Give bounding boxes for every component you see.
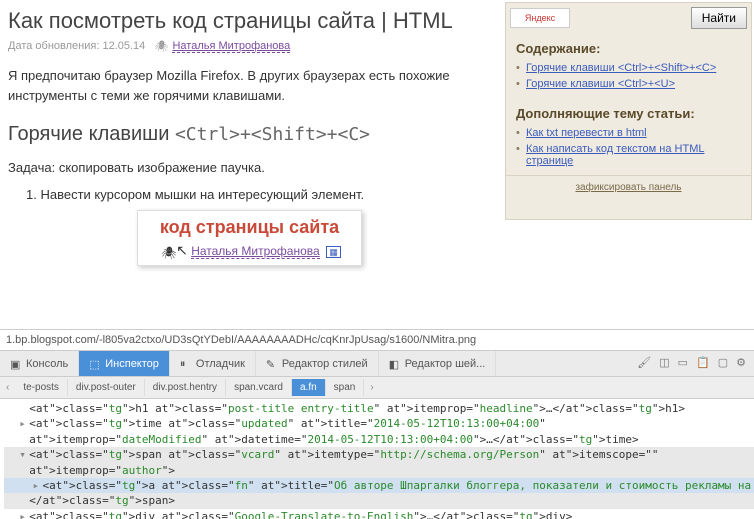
bc-item[interactable]: div.post.hentry <box>145 379 226 396</box>
gear-icon[interactable]: ⚙ <box>736 356 746 371</box>
section-heading: Горячие клавиши <Ctrl>+<Shift>+<C> <box>8 123 491 146</box>
paint-icon[interactable]: 🖌 <box>637 356 651 371</box>
shader-icon: ◧ <box>389 358 401 370</box>
scratchpad-icon[interactable]: 📋 <box>696 356 710 371</box>
dock-icon[interactable]: ▢ <box>718 356 728 371</box>
toc-item[interactable]: Горячие клавиши <Ctrl>+<U> <box>516 76 741 92</box>
page-title: Как посмотреть код страницы сайта | HTML <box>8 8 491 34</box>
bc-item-active[interactable]: a.fn <box>292 379 326 396</box>
search-button[interactable]: Найти <box>691 7 747 29</box>
debugger-icon: ⏸ <box>180 358 192 370</box>
intro-paragraph: Я предпочитаю браузер Mozilla Firefox. В… <box>8 66 491 105</box>
dom-panel: ‹ te-posts div.post-outer div.post.hentr… <box>0 377 754 519</box>
tab-style-editor[interactable]: ✎Редактор стилей <box>256 351 379 376</box>
related-heading: Дополняющие тему статьи: <box>506 98 751 125</box>
related-item[interactable]: Как написать код текстом на HTML страниц… <box>516 141 741 169</box>
step-1: 1. Навести курсором мышки на интересующи… <box>26 187 491 202</box>
dom-line[interactable]: </at">class="tg">span> <box>4 493 754 508</box>
badge-icon: ▦ <box>326 246 341 258</box>
spider-icon: 🕷 <box>161 246 173 258</box>
related-item[interactable]: Как txt перевести в html <box>516 125 741 141</box>
tab-debugger[interactable]: ⏸Отладчик <box>170 351 256 376</box>
toc-list: Горячие клавиши <Ctrl>+<Shift>+<C> Горяч… <box>506 60 751 98</box>
toc-item[interactable]: Горячие клавиши <Ctrl>+<Shift>+<C> <box>516 60 741 76</box>
bc-item[interactable]: div.post-outer <box>68 379 145 396</box>
task-text: Задача: скопировать изображение паучка. <box>8 160 491 175</box>
devtools-tabs: ▣Консоль ⬚Инспектор ⏸Отладчик ✎Редактор … <box>0 351 754 377</box>
yandex-logo: Яндекс <box>510 8 570 28</box>
devtools-toolbar-right: 🖌 ◫ ▭ 📋 ▢ ⚙ <box>629 351 754 376</box>
dom-line[interactable]: <at">class="tg">h1 at">class="post-title… <box>4 401 754 416</box>
example-box: код страницы сайта 🕷↖ Наталья Митрофанов… <box>137 210 362 266</box>
fix-panel-link[interactable]: зафиксировать панель <box>506 175 751 199</box>
dom-line[interactable]: at">itemprop="author"> <box>4 463 754 478</box>
bc-item[interactable]: te-posts <box>15 379 68 396</box>
bc-item[interactable]: span <box>326 379 365 396</box>
article-main: Как посмотреть код страницы сайта | HTML… <box>0 0 505 329</box>
dom-line[interactable]: ▾<at">class="tg">span at">class="vcard" … <box>4 447 754 462</box>
bc-prev[interactable]: ‹ <box>0 382 15 393</box>
inspector-icon: ⬚ <box>89 358 101 370</box>
spider-icon: 🕷 <box>154 40 166 52</box>
tab-console[interactable]: ▣Консоль <box>0 351 79 376</box>
dom-tree[interactable]: <at">class="tg">h1 at">class="post-title… <box>0 399 754 519</box>
meta-date-label: Дата обновления: <box>8 40 99 52</box>
tab-inspector[interactable]: ⬚Инспектор <box>79 351 170 376</box>
meta-row: Дата обновления: 12.05.14 🕷 Наталья Митр… <box>8 40 491 52</box>
h2-text: Горячие клавиши <box>8 123 175 145</box>
dom-line[interactable]: ▸<at">class="tg">time at">class="updated… <box>4 416 754 431</box>
dom-line[interactable]: ▸<at">class="tg">div at">class="Google-T… <box>4 509 754 519</box>
example-author-row: 🕷↖ Наталья Митрофанова ▦ <box>148 242 351 259</box>
bc-next[interactable]: › <box>364 382 379 393</box>
breadcrumb: ‹ te-posts div.post-outer div.post.hentr… <box>0 377 754 399</box>
related-list: Как txt перевести в html Как написать ко… <box>506 125 751 175</box>
toc-heading: Содержание: <box>506 33 751 60</box>
hover-url-bar: 1.bp.blogspot.com/-l805va2ctxo/UD3sQtYDe… <box>0 329 754 351</box>
responsive-icon[interactable]: ▭ <box>678 356 688 371</box>
sidebar: Яндекс Найти Содержание: Горячие клавиши… <box>505 2 752 220</box>
style-icon: ✎ <box>266 358 278 370</box>
search-row: Яндекс Найти <box>506 3 751 33</box>
kbd-shortcut: <Ctrl>+<Shift>+<C> <box>175 124 370 145</box>
tab-shader-editor[interactable]: ◧Редактор шей... <box>379 351 497 376</box>
split-icon[interactable]: ◫ <box>659 356 669 371</box>
meta-date: 12.05.14 <box>102 40 145 52</box>
console-icon: ▣ <box>10 358 22 370</box>
dom-line[interactable]: at">itemprop="dateModified" at">datetime… <box>4 432 754 447</box>
author-link[interactable]: Наталья Митрофанова <box>172 40 290 53</box>
devtools-panel: ▣Консоль ⬚Инспектор ⏸Отладчик ✎Редактор … <box>0 351 754 519</box>
example-title: код страницы сайта <box>148 217 351 238</box>
dom-line[interactable]: ▸<at">class="tg">a at">class="fn" at">ti… <box>4 478 754 493</box>
bc-item[interactable]: span.vcard <box>226 379 292 396</box>
example-author-link[interactable]: Наталья Митрофанова <box>191 244 320 259</box>
cursor-icon: ↖ <box>176 242 188 259</box>
